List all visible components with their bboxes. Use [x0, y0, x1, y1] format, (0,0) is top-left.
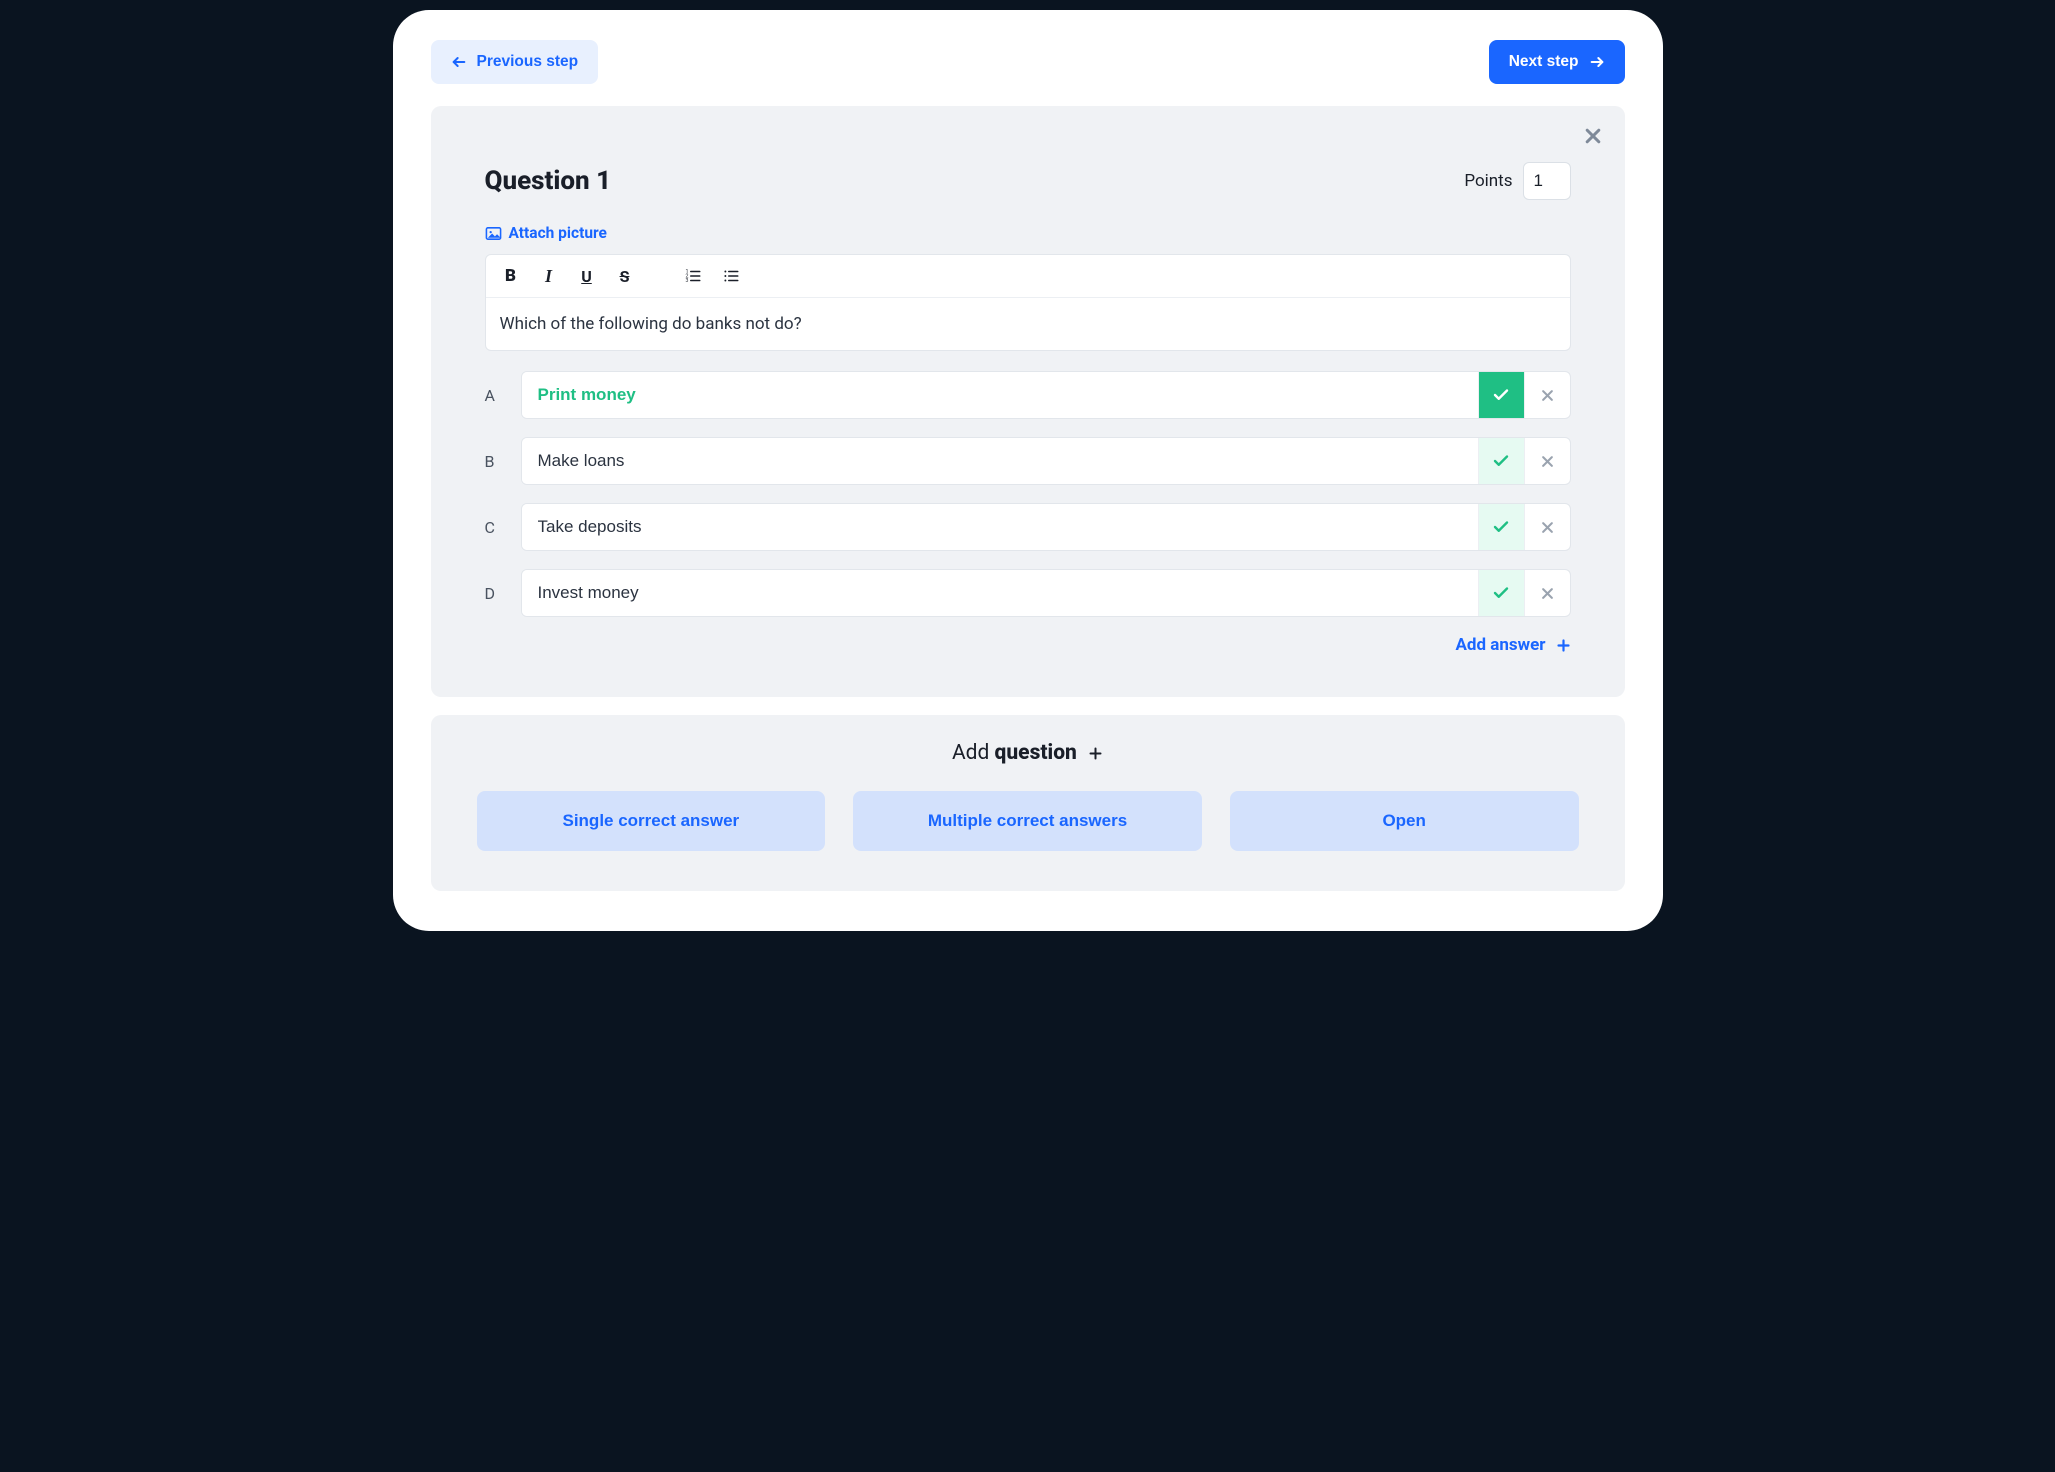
answer-text-input[interactable] [522, 504, 1478, 550]
answer-letter: C [485, 503, 503, 551]
mark-correct-button[interactable] [1478, 504, 1524, 550]
close-panel-button[interactable] [1583, 126, 1603, 146]
question-text-input[interactable]: Which of the following do banks not do? [486, 298, 1570, 350]
add-answer-button[interactable]: Add answer [1455, 635, 1570, 655]
answer-text-input[interactable] [522, 372, 1478, 418]
answer-row: B [485, 437, 1571, 485]
answer-box [521, 569, 1571, 617]
add-question-bold: question [995, 741, 1077, 765]
next-step-button[interactable]: Next step [1489, 40, 1625, 84]
points-input[interactable] [1523, 162, 1571, 200]
answer-text-input[interactable] [522, 570, 1478, 616]
underline-button[interactable]: U [576, 265, 598, 287]
check-icon [1492, 452, 1510, 470]
question-editor: B I U S 123 Which of the following do ba… [485, 254, 1571, 351]
add-question-panel: Add question Single correct answer Multip… [431, 715, 1625, 891]
answer-letter: D [485, 569, 503, 617]
close-icon [1540, 586, 1555, 601]
app-window: Previous step Next step Question 1 Point… [393, 10, 1663, 931]
attach-picture-button[interactable]: Attach picture [485, 224, 607, 242]
delete-answer-button[interactable] [1524, 570, 1570, 616]
check-icon [1492, 386, 1510, 404]
italic-button[interactable]: I [538, 265, 560, 287]
delete-answer-button[interactable] [1524, 504, 1570, 550]
delete-answer-button[interactable] [1524, 438, 1570, 484]
answers-list: ABCD [485, 371, 1571, 617]
points-label: Points [1464, 171, 1512, 191]
svg-text:3: 3 [685, 278, 688, 284]
add-question-prefix: Add [952, 741, 995, 765]
question-type-button[interactable]: Open [1230, 791, 1579, 851]
answer-row: C [485, 503, 1571, 551]
answer-box [521, 503, 1571, 551]
add-answer-row: Add answer [485, 635, 1571, 655]
mark-correct-button[interactable] [1478, 570, 1524, 616]
question-type-button[interactable]: Single correct answer [477, 791, 826, 851]
mark-correct-button[interactable] [1478, 372, 1524, 418]
strikethrough-button[interactable]: S [614, 265, 636, 287]
question-title: Question 1 [485, 166, 612, 196]
plus-icon [1556, 638, 1571, 653]
mark-correct-button[interactable] [1478, 438, 1524, 484]
add-question-button[interactable]: Add question [477, 741, 1579, 765]
arrow-left-icon [451, 54, 467, 70]
answer-row: D [485, 569, 1571, 617]
plus-icon [1088, 746, 1103, 761]
previous-step-label: Previous step [477, 53, 579, 71]
delete-answer-button[interactable] [1524, 372, 1570, 418]
answer-letter: A [485, 371, 503, 419]
check-icon [1492, 584, 1510, 602]
unordered-list-button[interactable] [720, 265, 742, 287]
question-header: Question 1 Points [485, 162, 1571, 200]
add-answer-label: Add answer [1455, 635, 1545, 655]
answer-letter: B [485, 437, 503, 485]
ordered-list-button[interactable]: 123 [682, 265, 704, 287]
image-icon [485, 225, 502, 242]
previous-step-button[interactable]: Previous step [431, 40, 599, 84]
close-icon [1540, 388, 1555, 403]
answer-box [521, 437, 1571, 485]
answer-box [521, 371, 1571, 419]
check-icon [1492, 518, 1510, 536]
points-group: Points [1464, 162, 1570, 200]
bold-button[interactable]: B [500, 265, 522, 287]
answer-text-input[interactable] [522, 438, 1478, 484]
close-icon [1540, 454, 1555, 469]
arrow-right-icon [1589, 54, 1605, 70]
question-type-button[interactable]: Multiple correct answers [853, 791, 1202, 851]
answer-row: A [485, 371, 1571, 419]
top-bar: Previous step Next step [431, 40, 1625, 84]
next-step-label: Next step [1509, 53, 1579, 71]
editor-toolbar: B I U S 123 [486, 255, 1570, 298]
question-types-row: Single correct answer Multiple correct an… [477, 791, 1579, 851]
question-panel: Question 1 Points Attach picture B I U S… [431, 106, 1625, 697]
close-icon [1540, 520, 1555, 535]
attach-picture-label: Attach picture [509, 224, 607, 242]
